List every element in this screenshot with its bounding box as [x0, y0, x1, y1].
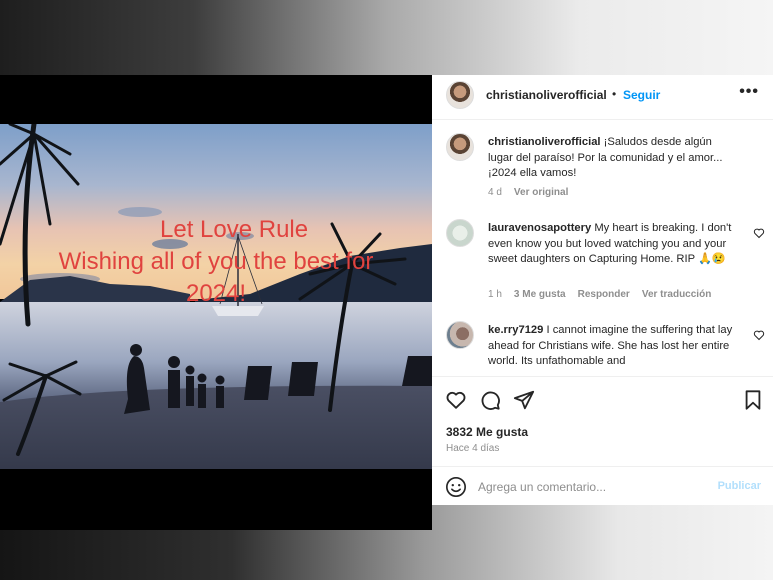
caption-text: christianoliverofficial ¡Saludos desde a… [488, 135, 736, 182]
post-date: Hace 4 días [446, 443, 500, 454]
comment-time[interactable]: 1 h [488, 289, 502, 300]
comments-list[interactable]: christianoliverofficial ¡Saludos desde a… [432, 121, 773, 377]
post-header: christianoliverofficial • Seguir ••• [432, 75, 773, 120]
bookmark-icon[interactable] [742, 389, 764, 411]
commenter-username[interactable]: lauravenosapottery [488, 222, 591, 234]
comment-input[interactable] [478, 478, 698, 496]
overlay-line-2: Wishing all of you the best for [58, 248, 374, 275]
caption-avatar[interactable] [446, 133, 474, 161]
author-username[interactable]: christianoliverofficial [486, 88, 607, 102]
post-actions: 3832 Me gusta Hace 4 días [432, 376, 773, 466]
likes-count[interactable]: 3832 Me gusta [446, 425, 528, 439]
see-original-button[interactable]: Ver original [514, 187, 568, 198]
caption-time[interactable]: 4 d [488, 187, 502, 198]
comment-composer: Publicar [432, 466, 773, 505]
publish-button[interactable]: Publicar [718, 480, 761, 492]
comment-text: ke.rry7129 I cannot imagine the sufferin… [488, 323, 736, 370]
post-details-panel: christianoliverofficial • Seguir ••• chr… [432, 75, 773, 505]
like-comment-heart-icon[interactable] [753, 329, 765, 341]
background-blur-top [0, 0, 773, 75]
caption-username[interactable]: christianoliverofficial [488, 136, 601, 148]
comment-icon[interactable] [479, 389, 501, 411]
post-media[interactable]: Let Love Rule Wishing all of you the bes… [0, 75, 432, 530]
commenter-username[interactable]: ke.rry7129 [488, 324, 543, 336]
commenter-avatar[interactable] [446, 321, 474, 349]
reply-button[interactable]: Responder [578, 289, 630, 300]
post-photo [0, 124, 432, 530]
overlay-line-1: Let Love Rule [160, 216, 309, 243]
overlay-line-3: 2024! [185, 280, 247, 307]
comment-meta: 1 h 3 Me gusta Responder Ver traducción [488, 289, 711, 300]
commenter-avatar[interactable] [446, 219, 474, 247]
follow-button[interactable]: Seguir [623, 88, 660, 102]
heart-icon[interactable] [445, 389, 467, 411]
share-icon[interactable] [513, 389, 535, 411]
caption-meta: 4 d Ver original [488, 187, 568, 198]
more-icon[interactable]: ••• [739, 83, 759, 101]
like-comment-heart-icon[interactable] [753, 227, 765, 239]
translate-button[interactable]: Ver traducción [642, 289, 711, 300]
separator-dot: • [612, 87, 617, 101]
comment-text: lauravenosapottery My heart is breaking.… [488, 221, 736, 268]
author-avatar[interactable] [446, 81, 474, 109]
emoji-icon[interactable] [445, 476, 467, 498]
comment-likes[interactable]: 3 Me gusta [514, 289, 566, 300]
